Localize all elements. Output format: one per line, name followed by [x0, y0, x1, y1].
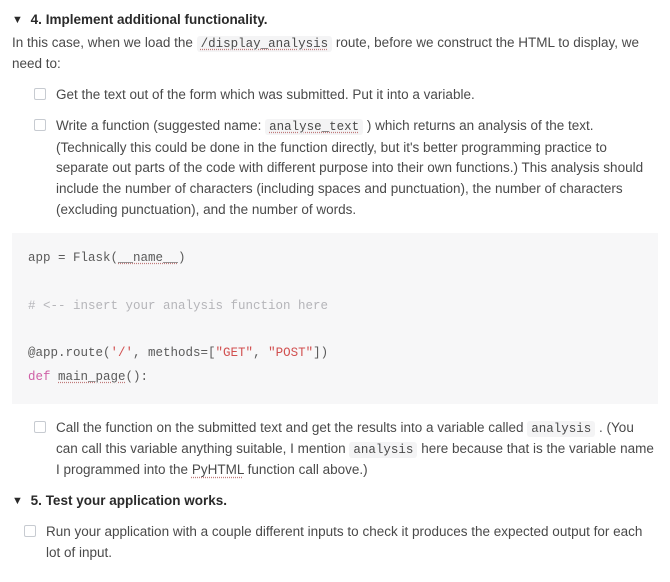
- section-4-number: 4.: [31, 12, 42, 27]
- section-5-header[interactable]: ▼ 5. Test your application works.: [12, 491, 658, 512]
- checkbox[interactable]: [34, 88, 46, 100]
- analyse-text-code: analyse_text: [269, 120, 359, 134]
- pyhtml-text: PyHTML: [192, 462, 244, 477]
- section-4-header[interactable]: ▼ 4. Implement additional functionality.: [12, 10, 658, 31]
- disclosure-icon: ▼: [12, 12, 23, 29]
- section-5-checklist: Run your application with a couple diffe…: [12, 522, 658, 564]
- route-code: /display_analysis: [201, 37, 329, 51]
- section-5-number: 5.: [31, 493, 42, 508]
- analysis-code-2: analysis: [349, 442, 417, 458]
- section-5-title: Test your application works.: [46, 493, 227, 508]
- section-4-intro: In this case, when we load the /display_…: [12, 33, 658, 75]
- checklist-item-call-function: Call the function on the submitted text …: [34, 418, 658, 482]
- checklist-item-test-app: Run your application with a couple diffe…: [24, 522, 658, 564]
- section-4-checklist-2: Call the function on the submitted text …: [12, 418, 658, 482]
- code-block: app = Flask(__name__) # <-- insert your …: [12, 233, 658, 404]
- checkbox[interactable]: [24, 525, 36, 537]
- section-4-checklist: Get the text out of the form which was s…: [12, 85, 658, 221]
- checklist-item-get-text: Get the text out of the form which was s…: [34, 85, 658, 106]
- checkbox[interactable]: [34, 119, 46, 131]
- section-4-title: Implement additional functionality.: [46, 12, 268, 27]
- checkbox[interactable]: [34, 421, 46, 433]
- disclosure-icon: ▼: [12, 493, 23, 510]
- analysis-code-1: analysis: [527, 421, 595, 437]
- checklist-item-write-function: Write a function (suggested name: analys…: [34, 116, 658, 221]
